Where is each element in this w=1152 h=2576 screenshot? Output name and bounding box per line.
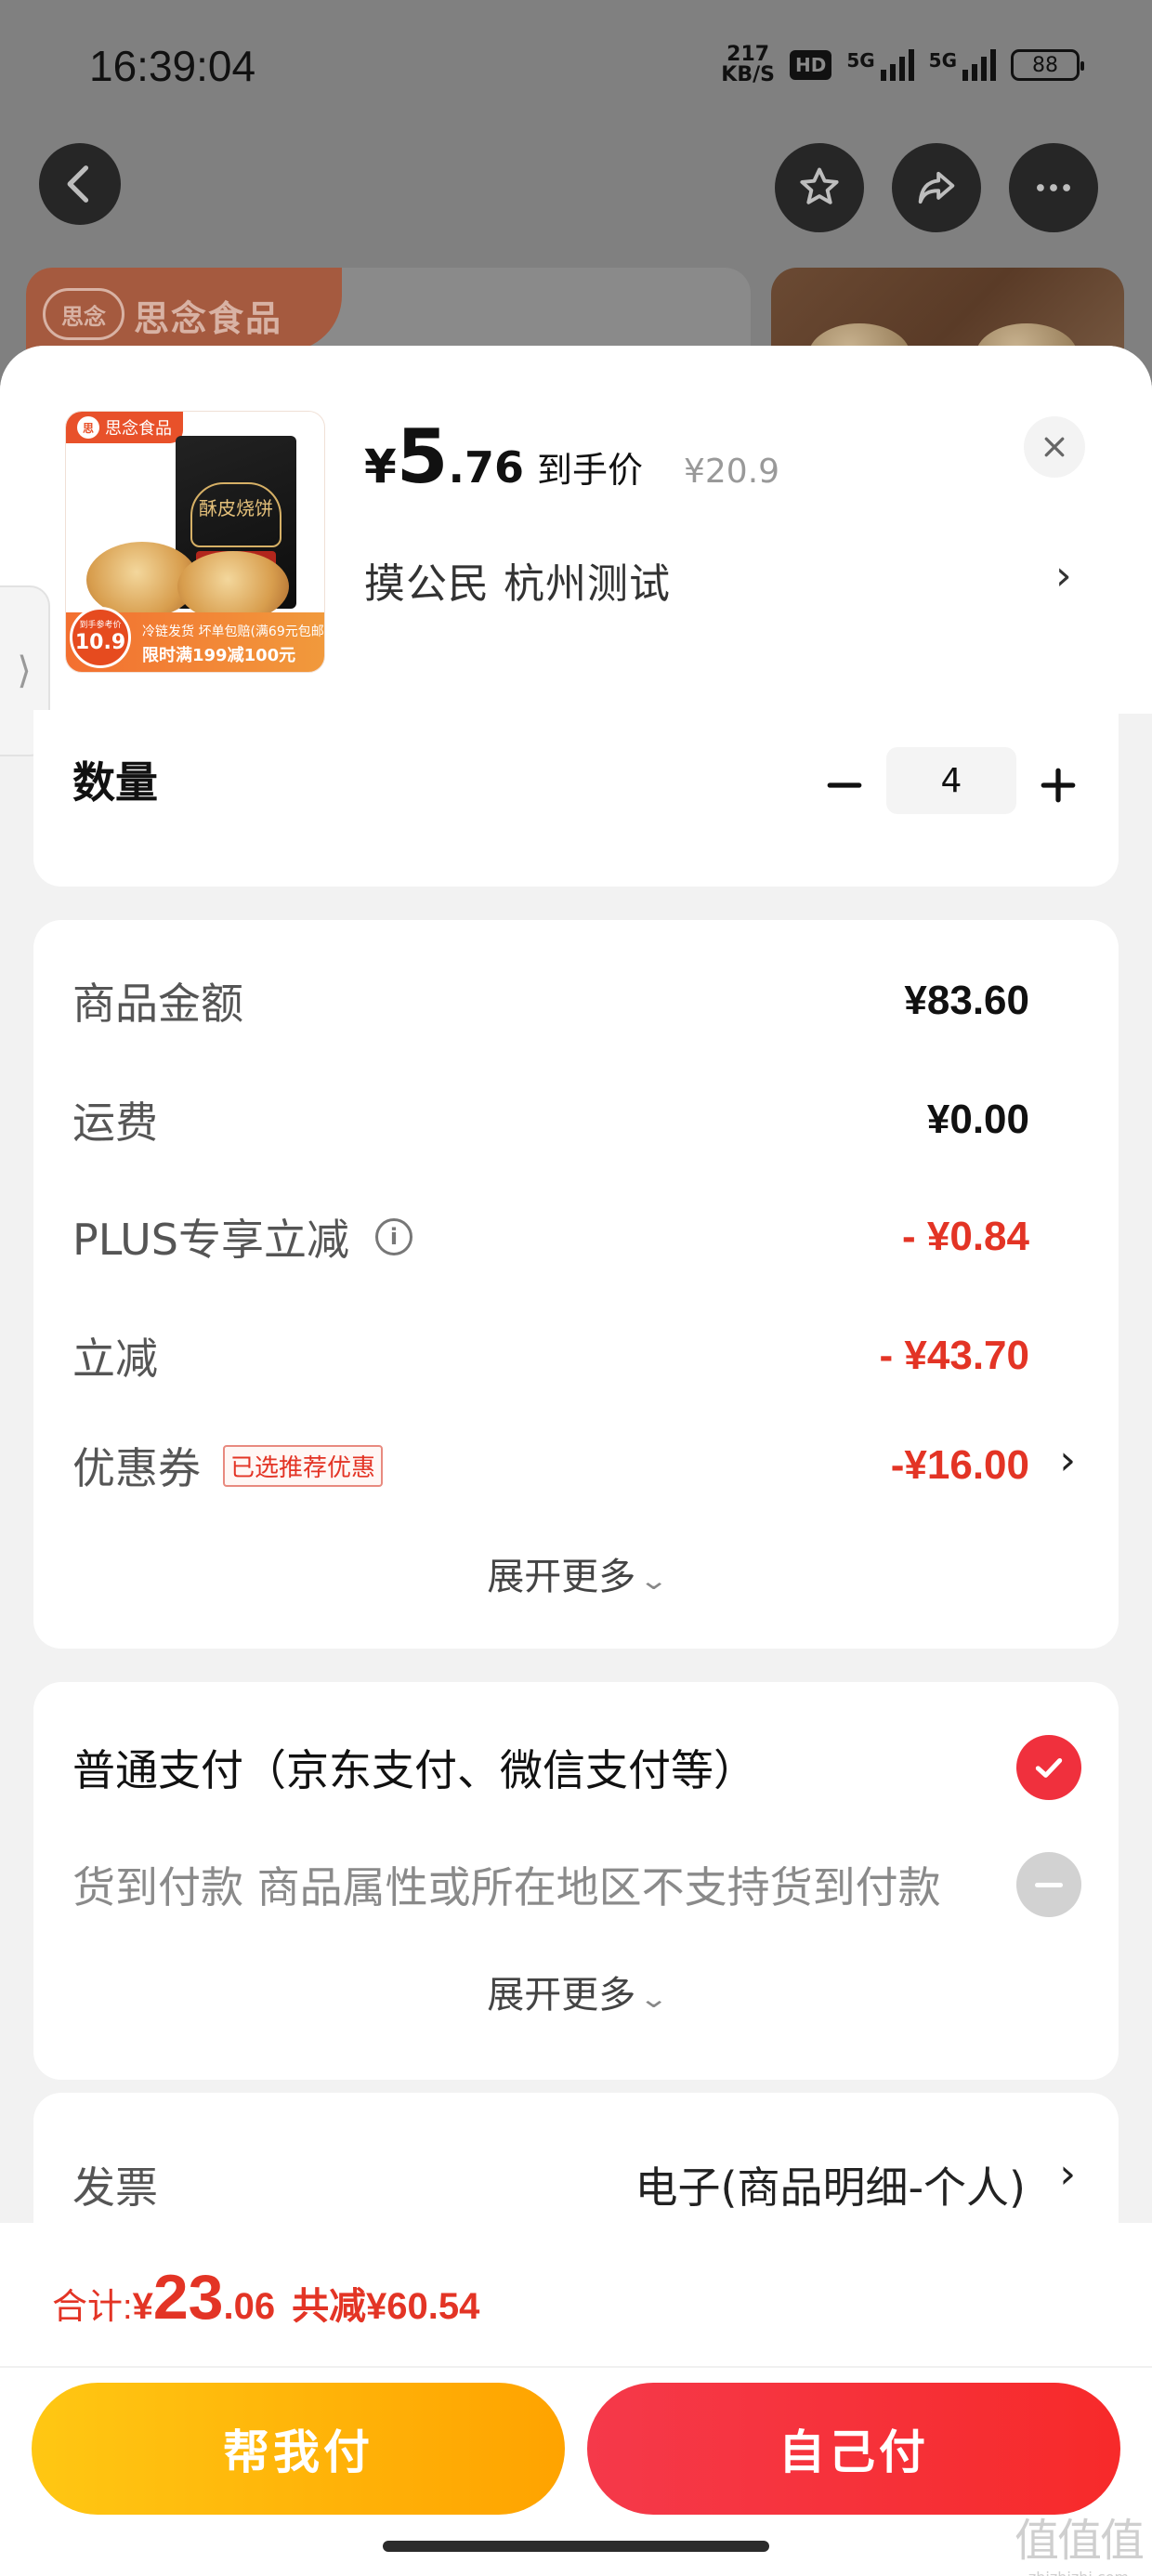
plus-icon	[1041, 768, 1076, 803]
help-me-pay-button[interactable]: 帮我付	[32, 2383, 565, 2515]
thumb-brand-tag: 思思念食品	[66, 412, 183, 443]
checkmark-icon	[1016, 1735, 1081, 1800]
payment-expand-more[interactable]: 展开更多 ⌄	[33, 1965, 1119, 2018]
thumb-price-badge: 到手参考价 10.9	[70, 607, 131, 668]
summary-row-instant-discount: 立减 - ¥43.70	[72, 1333, 1029, 1384]
quantity-card: 数量 4	[33, 710, 1119, 887]
home-indicator[interactable]	[383, 2541, 769, 2552]
watermark: 值值值 zhizhizhi.com	[1014, 2515, 1145, 2576]
price-suffix: 到手价	[536, 450, 643, 491]
summary-row-shipping: 运费 ¥0.00	[72, 1097, 1029, 1148]
status-time: 16:39:04	[89, 42, 256, 90]
total-saved: 共减¥60.54	[292, 2286, 480, 2327]
status-bar: 16:39:04 217 KB/S HD 5G 5G 88	[0, 0, 1152, 139]
address-selector[interactable]: 摸公民 杭州测试	[364, 550, 671, 610]
pay-myself-button[interactable]: 自己付	[587, 2383, 1120, 2515]
minus-icon	[827, 782, 862, 788]
back-button[interactable]	[39, 143, 121, 225]
summary-row-goods: 商品金额 ¥83.60	[72, 978, 1029, 1029]
chevron-down-icon: ⌄	[638, 1565, 670, 1596]
info-icon[interactable]: i	[374, 1218, 412, 1255]
chevron-down-icon: ⌄	[638, 1983, 670, 2014]
summary-row-coupon[interactable]: 优惠券 已选推荐优惠 -¥16.00	[72, 1433, 1029, 1498]
payment-card: 普通支付（京东支付、微信支付等） 货到付款 商品属性或所在地区不支持货到付款 展…	[33, 1682, 1119, 2080]
price-summary-card: 商品金额 ¥83.60 运费 ¥0.00 PLUS专享立减 i - ¥0.84 …	[33, 920, 1119, 1649]
brand-seal-icon: 思念	[43, 288, 124, 340]
original-price: ¥20.9	[683, 453, 780, 491]
chevron-left-icon	[67, 165, 89, 203]
quantity-input[interactable]: 4	[886, 747, 1016, 814]
brand-name: 思念食品	[134, 298, 283, 339]
product-thumbnail[interactable]: 思思念食品 酥皮烧饼 思念猪肉 到手参考价 10.9 冷链发货 坏单包赔(满69…	[65, 411, 325, 673]
price-line: ¥ 5 .76 到手价 ¥20.9	[364, 414, 780, 500]
more-button[interactable]	[1009, 143, 1098, 232]
summary-row-plus-discount: PLUS专享立减 i - ¥0.84	[72, 1214, 1029, 1265]
background-page: 16:39:04 217 KB/S HD 5G 5G 88 思念 思念食品	[0, 0, 1152, 398]
share-icon	[918, 171, 955, 204]
disabled-icon	[1016, 1852, 1081, 1917]
signal-icon-2: 5G	[929, 49, 996, 81]
summary-expand-more[interactable]: 展开更多 ⌄	[33, 1546, 1119, 1600]
product-header: 思思念食品 酥皮烧饼 思念猪肉 到手参考价 10.9 冷链发货 坏单包赔(满69…	[0, 346, 1152, 714]
battery-icon: 88	[1011, 49, 1084, 81]
more-icon	[1037, 184, 1070, 191]
checkout-footer: 合计: ¥ 23 .06 共减¥60.54 帮我付 自己付 值值值 zhizhi…	[0, 2223, 1152, 2576]
hd-icon: HD	[789, 50, 832, 80]
close-button[interactable]	[1024, 416, 1085, 478]
payment-option-cod: 货到付款 商品属性或所在地区不支持货到付款	[72, 1847, 1081, 1922]
star-icon	[800, 167, 839, 204]
invoice-label: 发票	[72, 2162, 158, 2213]
divider	[0, 2366, 1152, 2368]
quantity-decrease-button[interactable]	[821, 762, 868, 808]
quantity-increase-button[interactable]	[1035, 762, 1081, 808]
chevron-right-icon: ›	[1055, 552, 1072, 599]
chevron-right-icon: ›	[1059, 1437, 1076, 1484]
payment-option-normal[interactable]: 普通支付（京东支付、微信支付等）	[72, 1730, 1081, 1805]
coupon-tag: 已选推荐优惠	[223, 1444, 384, 1487]
status-icons: 217 KB/S HD 5G 5G 88	[721, 43, 1084, 86]
share-button[interactable]	[892, 143, 981, 232]
invoice-value: 电子(商品明细-个人)	[635, 2162, 1027, 2213]
chevron-right-icon: ›	[1059, 2150, 1076, 2198]
network-speed: 217 KB/S	[721, 43, 775, 86]
favorite-button[interactable]	[775, 143, 864, 232]
signal-icon: 5G	[846, 49, 914, 81]
quantity-label: 数量	[72, 757, 158, 808]
total-line: 合计: ¥ 23 .06 共减¥60.54	[52, 2262, 480, 2333]
chevron-right-icon: ⟩	[17, 650, 32, 692]
close-icon	[1044, 437, 1065, 457]
